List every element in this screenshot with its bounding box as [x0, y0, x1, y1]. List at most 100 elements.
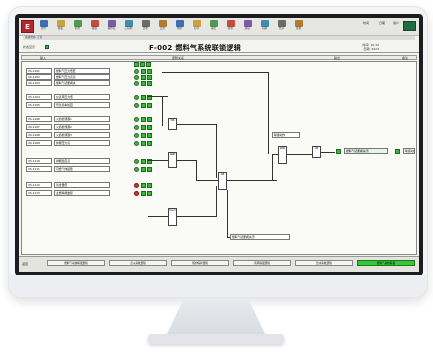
page-header: 状态显示 F-002 燃料气系统联锁逻辑 时间: 10:32 日期: 2023: [19, 41, 419, 53]
toolbar-icon: [209, 20, 218, 27]
toolbar-icon: [243, 20, 252, 27]
system-brand-icon: [403, 21, 416, 31]
input-description: 紧急停车按钮: [54, 102, 110, 108]
input-state-indicator: [147, 116, 152, 122]
toolbar-button[interactable]: 操作员: [105, 20, 118, 34]
header-inputs: 输入: [40, 56, 47, 60]
input-state-indicator: [147, 80, 152, 86]
footer-tab[interactable]: 风机联锁逻辑: [233, 260, 291, 266]
input-description: 火焰检测器3: [54, 132, 110, 138]
page-title: F-002 燃料气系统联锁逻辑: [149, 44, 242, 52]
input-state-indicator: [141, 68, 146, 74]
footer-tab[interactable]: 给水系统逻辑: [295, 260, 353, 266]
toolbar-icon: [294, 20, 303, 27]
toolbar-button[interactable]: 文件: [37, 20, 50, 34]
toolbar-button[interactable]: 切换: [258, 20, 271, 34]
input-state-indicator: [147, 166, 152, 172]
toolbar-button[interactable]: 报表: [54, 20, 67, 34]
input-tag[interactable]: XS-1108: [26, 132, 52, 138]
toolbar-button[interactable]: 工程师: [122, 20, 135, 34]
toolbar-icon: [192, 20, 201, 27]
footer-tab[interactable]: 燃料气系统联锁: [357, 260, 415, 266]
input-state-indicator: [147, 124, 152, 130]
input-tag[interactable]: XS-1104: [26, 94, 52, 100]
toolbar-button[interactable]: 趋势: [71, 20, 84, 34]
input-description: 炉膛压力高: [54, 140, 110, 146]
toolbar-icon: [124, 20, 133, 27]
toolbar-icon: [260, 20, 269, 27]
toolbar-icon: [175, 20, 184, 27]
logic-comment: 燃料气切断阀关闭: [230, 234, 290, 240]
input-description: 氧含量低: [54, 182, 110, 188]
input-tag[interactable]: XS-1113: [26, 190, 52, 196]
toolbar-button-label: 退出: [210, 27, 217, 30]
input-status-led: [134, 80, 139, 86]
toolbar-button[interactable]: 报警: [88, 20, 101, 34]
input-state-indicator: [147, 132, 152, 138]
toolbar-button[interactable]: 登录: [275, 20, 288, 34]
toolbar-button-label: 报表: [57, 27, 64, 30]
input-status-led: [134, 74, 139, 80]
input-state-indicator: [141, 158, 146, 164]
group-indicator: [134, 62, 139, 67]
toolbar-icon: [158, 20, 167, 27]
header-notes: 备注: [402, 56, 409, 60]
input-description: 可燃气体报警: [54, 166, 110, 172]
input-tag[interactable]: XS-1111: [26, 166, 52, 172]
input-tag[interactable]: XS-1112: [26, 182, 52, 188]
toolbar-button-label: 历史: [142, 27, 149, 30]
footer-tab[interactable]: 点火系统逻辑: [109, 260, 167, 266]
group-indicator: [146, 62, 151, 67]
toolbar-button[interactable]: 日志: [156, 20, 169, 34]
toolbar-button-label: 切换: [261, 27, 268, 30]
output-label[interactable]: 燃料气切断阀关闭: [344, 148, 388, 154]
toolbar-button[interactable]: 复位: [224, 20, 237, 34]
output-status-led-2: [395, 149, 400, 154]
input-status-led: [134, 102, 139, 108]
input-tag[interactable]: XS-1109: [26, 140, 52, 146]
logic-gate[interactable]: OR: [218, 172, 227, 190]
input-tag[interactable]: XS-1110: [26, 158, 52, 164]
input-state-indicator: [147, 102, 152, 108]
input-description: 排烟温度高: [54, 158, 110, 164]
input-tag[interactable]: XS-1103: [26, 80, 52, 86]
toolbar: E 文件 报表 趋势 报警 操作员 工程师 历史 日志 帮助 打印 退出 复位 确认 切换 登录 注销 时间 …: [19, 18, 419, 36]
input-status-led: [134, 190, 139, 196]
logic-gate[interactable]: AND: [168, 152, 177, 168]
footer-tab[interactable]: 锅炉保护逻辑: [171, 260, 229, 266]
toolbar-button[interactable]: 退出: [207, 20, 220, 34]
status-date: 日期: [378, 21, 385, 25]
toolbar-icon: [39, 20, 48, 27]
input-tag[interactable]: XS-1107: [26, 124, 52, 130]
bypass-label: 联锁动作: [272, 132, 300, 138]
input-description: 主燃料阀故障: [54, 190, 110, 196]
toolbar-button[interactable]: 确认: [241, 20, 254, 34]
input-state-indicator: [141, 166, 146, 172]
input-tag[interactable]: XS-1105: [26, 102, 52, 108]
input-tag[interactable]: XS-1106: [26, 116, 52, 122]
input-status-led: [134, 94, 139, 100]
table-header: 输入 逻辑关系 输出 备注: [21, 55, 417, 60]
monitor-frame: E 文件 报表 趋势 报警 操作员 工程师 历史 日志 帮助 打印 退出 复位 确认 切换 登录 注销 时间 …: [8, 6, 428, 298]
output-status-led: [336, 149, 341, 154]
logic-gate[interactable]: 2oo3: [168, 208, 177, 226]
logic-gate[interactable]: OR: [312, 146, 321, 158]
toolbar-button[interactable]: 帮助: [173, 20, 186, 34]
input-status-led: [134, 166, 139, 172]
toolbar-button-label: 文件: [40, 27, 47, 30]
input-state-indicator: [147, 182, 152, 188]
logic-gate[interactable]: AND: [278, 146, 287, 164]
toolbar-button[interactable]: 打印: [190, 20, 203, 34]
input-state-indicator: [141, 124, 146, 130]
footer-tab[interactable]: 燃料气系统联锁逻辑: [47, 260, 105, 266]
input-description: 仪表风压力低: [54, 94, 110, 100]
group-indicator: [140, 62, 145, 67]
back-button[interactable]: 返回: [22, 262, 28, 266]
input-state-indicator: [147, 68, 152, 74]
status-strip: 系统状态: 正常: [23, 36, 415, 40]
toolbar-button-label: 复位: [227, 27, 234, 30]
toolbar-button-label: 帮助: [176, 27, 183, 30]
toolbar-button[interactable]: 注销: [292, 20, 305, 34]
logic-gate[interactable]: OR: [168, 118, 177, 130]
toolbar-button[interactable]: 历史: [139, 20, 152, 34]
